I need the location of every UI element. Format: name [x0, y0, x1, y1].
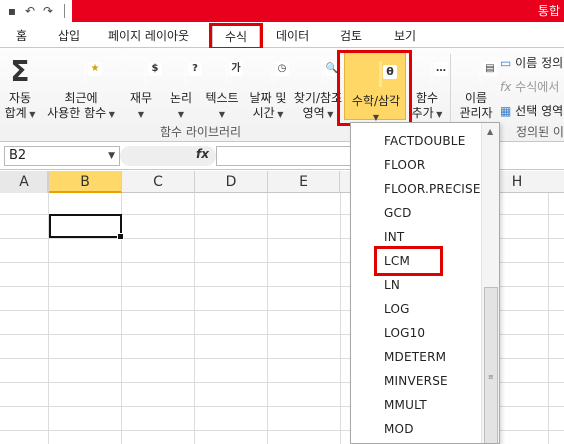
insert-function-icon[interactable]: fx	[196, 147, 209, 161]
more-functions-icon: …	[434, 62, 448, 76]
qat-separator	[64, 4, 65, 18]
lookup-icon: 🔍	[325, 62, 339, 76]
menu-item-floor-precise[interactable]: FLOOR.PRECISE	[384, 182, 481, 196]
autosum-label-2: 합계	[4, 106, 27, 120]
undo-icon[interactable]: ↶	[22, 4, 38, 18]
calendar-icon: ◷	[255, 56, 289, 88]
selection-icon: ▦	[500, 104, 512, 118]
dropdown-scrollbar[interactable]: ▲ ≡	[481, 123, 499, 443]
active-cell[interactable]	[49, 214, 124, 240]
menu-item-ln[interactable]: LN	[384, 278, 400, 292]
menu-item-log[interactable]: LOG	[384, 302, 410, 316]
text-label: 텍스트	[205, 91, 239, 105]
save-icon[interactable]: ▪	[4, 4, 20, 18]
name-manager-button[interactable]: ▤ 이름 관리자	[454, 48, 498, 121]
column-header-b[interactable]: B	[49, 171, 122, 193]
lookup-label-2: 영역	[302, 106, 325, 120]
ribbon-tabs: 홈 삽입 페이지 레이아웃 수식 데이터 검토 보기	[0, 22, 564, 48]
recent-label-1: 최근에	[64, 91, 98, 105]
autosum-label-1: 자동	[8, 91, 32, 105]
logical-label: 논리	[169, 91, 193, 105]
group-label-function-library: 함수 라이브러리	[160, 125, 242, 139]
menu-item-floor[interactable]: FLOOR	[384, 158, 425, 172]
window-title: 통합	[537, 4, 560, 18]
text-icon: 가	[209, 56, 243, 88]
menu-item-gcd[interactable]: GCD	[384, 206, 412, 220]
group-label-defined-names: 정의된 이	[516, 125, 564, 139]
quick-access-toolbar: ▪ ↶ ↷	[0, 0, 56, 22]
menu-item-mod[interactable]: MOD	[384, 422, 414, 436]
grip-icon: ≡	[488, 373, 494, 381]
annotation-highlight-math-button	[337, 50, 412, 126]
annotation-highlight-lcm	[374, 246, 443, 276]
menu-item-mmult[interactable]: MMULT	[384, 398, 427, 412]
column-header-c[interactable]: C	[122, 171, 195, 193]
formula-input[interactable]	[216, 146, 352, 166]
column-header-e[interactable]: E	[268, 171, 340, 193]
sigma-icon: Σ	[10, 55, 30, 88]
tab-data[interactable]: 데이터	[276, 27, 309, 44]
math-trig-dropdown: FACTDOUBLE FLOOR FLOOR.PRECISE GCD INT L…	[350, 122, 500, 444]
title-bar: ▪ ↶ ↷ 통합	[0, 0, 564, 22]
logical-icon: ?	[168, 56, 202, 88]
logical-button[interactable]: ? 논리 ▼	[164, 48, 202, 122]
financial-button[interactable]: $ 재무 ▼	[124, 48, 162, 122]
tab-review[interactable]: 검토	[340, 27, 362, 44]
menu-item-log10[interactable]: LOG10	[384, 326, 425, 340]
menu-item-factdouble[interactable]: FACTDOUBLE	[384, 134, 465, 148]
lookup-label-1: 찾기/참조	[293, 91, 343, 105]
datetime-label-1: 날짜 및	[249, 91, 287, 105]
more-functions-button[interactable]: … 함수 추가 ▼	[408, 48, 448, 122]
fx-small-icon: fx	[500, 80, 512, 94]
financial-icon: $	[128, 56, 162, 88]
tab-view[interactable]: 보기	[394, 27, 416, 44]
text-button[interactable]: 가 텍스트 ▼	[200, 48, 244, 122]
create-from-selection-label: 선택 영역	[515, 104, 564, 118]
datetime-label-2: 시간	[252, 106, 275, 120]
more-label-2: 추가	[411, 106, 434, 120]
financial-label: 재무	[129, 91, 153, 105]
autosum-button[interactable]: Σ 자동 합계 ▼	[0, 48, 40, 122]
create-from-selection-button[interactable]: ▦ 선택 영역	[500, 102, 563, 119]
title-bar-background	[72, 0, 564, 22]
name-manager-icon: ▤	[463, 56, 497, 88]
tab-insert[interactable]: 삽입	[58, 27, 80, 44]
menu-item-mdeterm[interactable]: MDETERM	[384, 350, 446, 364]
datetime-button[interactable]: ◷ 날짜 및 시간 ▼	[246, 48, 290, 122]
column-header-a[interactable]: A	[0, 171, 49, 193]
define-name-button[interactable]: ▭ 이름 정의	[500, 54, 563, 71]
menu-item-int[interactable]: INT	[384, 230, 404, 244]
recent-label-2: 사용한 함수	[47, 106, 107, 120]
tab-page-layout[interactable]: 페이지 레이아웃	[108, 27, 189, 44]
scroll-up-icon[interactable]: ▲	[487, 127, 493, 136]
redo-icon[interactable]: ↷	[40, 4, 56, 18]
use-in-formula-label: 수식에서	[515, 80, 560, 94]
scrollbar-thumb[interactable]: ≡	[484, 287, 498, 443]
recent-functions-icon: ★	[68, 56, 102, 88]
namemgr-label-1: 이름	[464, 91, 488, 105]
menu-item-minverse[interactable]: MINVERSE	[384, 374, 448, 388]
namemgr-label-2: 관리자	[459, 106, 493, 120]
name-box-value: B2	[9, 148, 27, 163]
recently-used-button[interactable]: ★ 최근에 사용한 함수 ▼	[42, 48, 120, 122]
column-header-d[interactable]: D	[195, 171, 268, 193]
tag-icon: ▭	[500, 56, 512, 70]
annotation-highlight-formulas-tab	[209, 23, 263, 50]
tab-home[interactable]: 홈	[16, 27, 27, 44]
use-in-formula-button[interactable]: fx 수식에서	[500, 78, 559, 95]
define-name-label: 이름 정의	[515, 56, 564, 70]
name-box[interactable]: B2 ▼	[4, 146, 120, 166]
chevron-down-icon[interactable]: ▼	[108, 147, 115, 165]
more-label-1: 함수	[415, 91, 439, 105]
